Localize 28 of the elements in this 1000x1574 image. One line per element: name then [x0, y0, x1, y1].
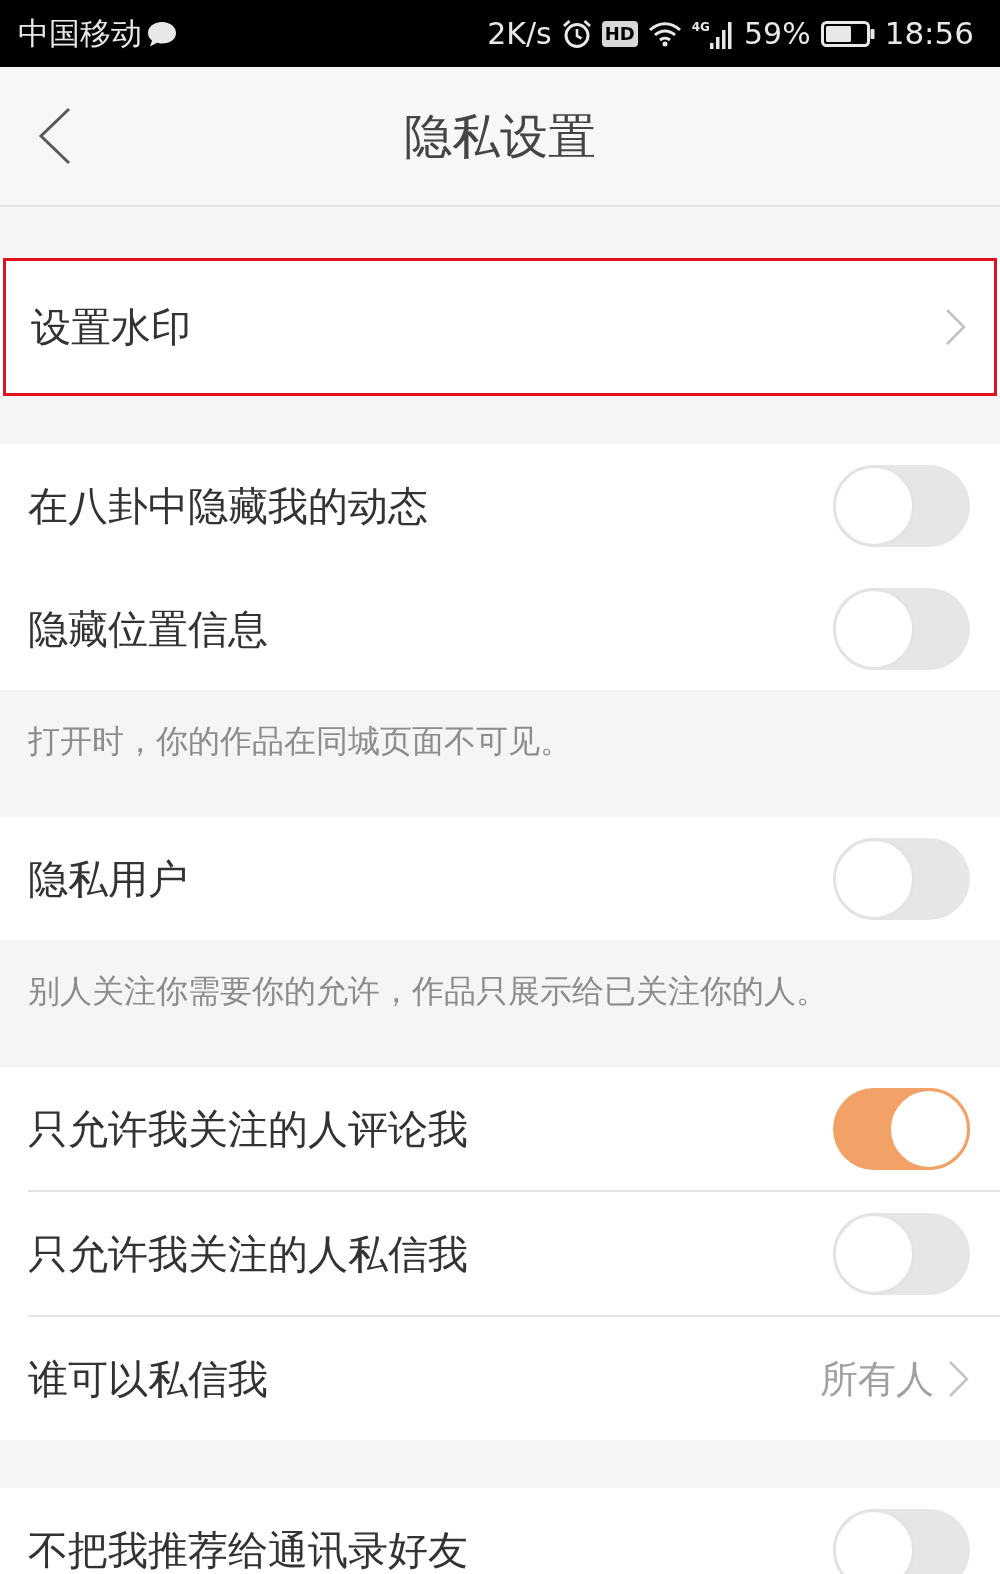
row-label: 谁可以私信我	[28, 1358, 268, 1399]
carrier-name: 中国移动	[18, 18, 142, 49]
network-speed: 2K/s	[487, 18, 552, 49]
hd-badge: HD	[601, 20, 638, 47]
wifi-icon	[647, 20, 682, 47]
page-title: 隐私设置	[404, 112, 596, 160]
clock-time: 18:56	[884, 18, 974, 49]
battery-percent: 59%	[743, 18, 811, 49]
row-label: 只允许我关注的人私信我	[28, 1233, 468, 1274]
row-value: 所有人	[820, 1359, 934, 1398]
row-label: 设置水印	[31, 307, 191, 347]
section-note: 打开时，你的作品在同城页面不可见。	[28, 725, 573, 757]
row-label: 只允许我关注的人评论我	[28, 1108, 468, 1149]
chevron-right-icon	[948, 1359, 970, 1398]
section-note: 别人关注你需要你的允许，作品只展示给已关注你的人。	[28, 975, 829, 1007]
back-icon	[38, 107, 72, 165]
settings-row[interactable]: 设置水印	[3, 258, 997, 396]
row-label: 不把我推荐给通讯录好友	[28, 1529, 468, 1570]
row-label: 在八卦中隐藏我的动态	[28, 485, 428, 526]
chevron-right-icon	[945, 308, 967, 346]
toggle-switch[interactable]	[833, 1508, 970, 1574]
alarm-clock-icon	[561, 18, 592, 49]
back-button[interactable]	[38, 107, 72, 165]
chat-bubble-icon	[146, 19, 178, 48]
network-type: 4G	[691, 20, 710, 33]
row-label: 隐私用户	[28, 858, 188, 899]
row-label: 隐藏位置信息	[28, 608, 268, 649]
battery-icon	[820, 20, 875, 47]
